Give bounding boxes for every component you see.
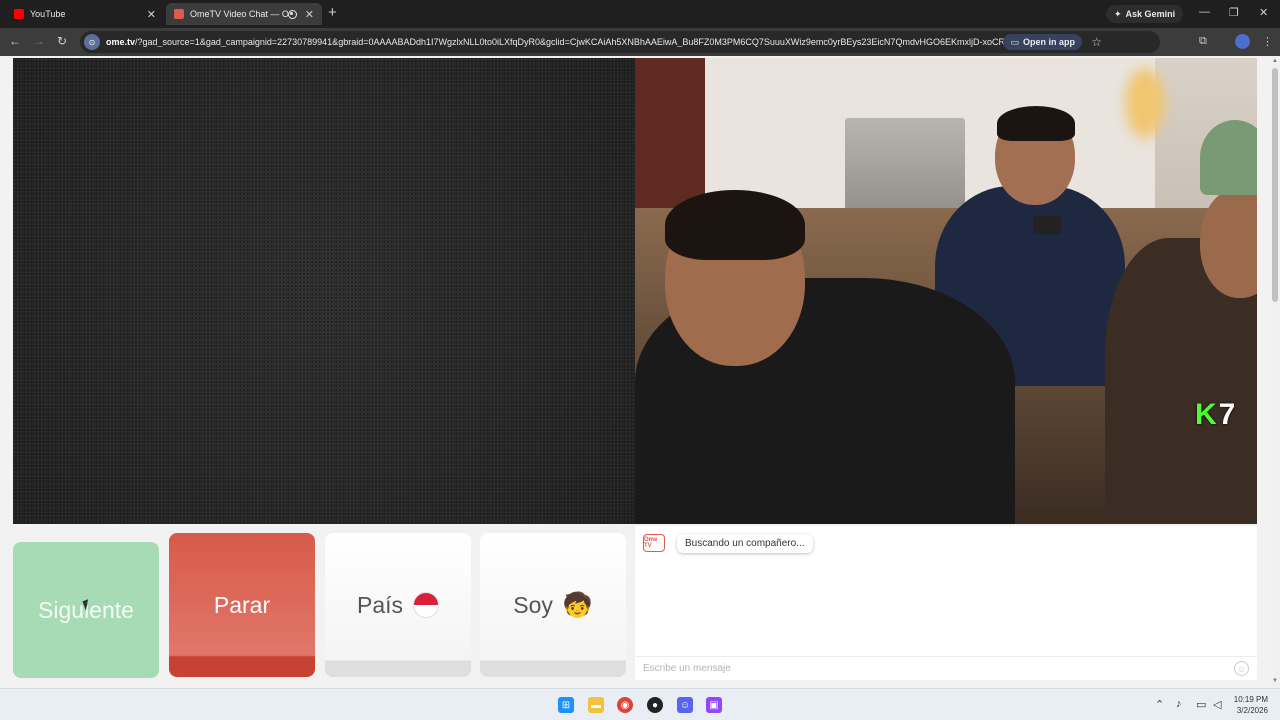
tab-youtube[interactable]: YouTube ✕ bbox=[6, 3, 164, 25]
browser-toolbar: ← → ↻ ⊙ ome.tv/?gad_source=1&gad_campaig… bbox=[0, 28, 1280, 56]
back-icon[interactable]: ← bbox=[9, 34, 21, 48]
youtube-icon bbox=[14, 9, 24, 19]
emoji-icon[interactable]: ☺ bbox=[1234, 661, 1249, 676]
new-tab-icon[interactable]: + bbox=[328, 4, 337, 21]
tray-chevron-icon[interactable]: ⌃ bbox=[1155, 698, 1164, 711]
microphone-icon[interactable]: ♪ bbox=[1176, 698, 1182, 710]
flag-icon bbox=[413, 592, 440, 618]
gender-label: Soy bbox=[513, 591, 553, 618]
bookmark-star-icon[interactable]: ☆ bbox=[1091, 35, 1102, 49]
boy-icon: 🧒 bbox=[562, 591, 593, 619]
stop-button[interactable]: Parar bbox=[169, 533, 315, 677]
twitch-icon[interactable]: ▣ bbox=[706, 697, 722, 713]
app-icon: ▭ bbox=[1010, 36, 1019, 47]
profile-avatar[interactable] bbox=[1235, 34, 1250, 49]
ask-gemini-label: Ask Gemini bbox=[1125, 9, 1176, 19]
obs-icon[interactable]: ● bbox=[647, 697, 663, 713]
status-message: Buscando un compañero... bbox=[677, 534, 813, 553]
country-label: País bbox=[356, 591, 404, 618]
message-placeholder: Escribe un mensaje bbox=[643, 663, 731, 674]
clock-date: 3/2/2026 bbox=[1236, 706, 1268, 715]
recording-icon bbox=[287, 9, 297, 19]
restore-icon[interactable]: ❐ bbox=[1229, 6, 1239, 19]
video-static bbox=[13, 58, 635, 524]
sidepanel-icon[interactable]: ⧉ bbox=[1199, 35, 1207, 48]
reload-icon[interactable]: ↻ bbox=[57, 34, 67, 48]
message-input[interactable]: Escribe un mensaje ☺ bbox=[635, 656, 1257, 680]
scroll-up-icon[interactable]: ▲ bbox=[1272, 58, 1278, 64]
scrollbar[interactable]: ▲ ▼ bbox=[1270, 56, 1280, 688]
chat-panel: Ome TV Buscando un compañero... Escribe … bbox=[635, 526, 1257, 680]
discord-icon[interactable]: ☺ bbox=[677, 697, 693, 713]
volume-icon[interactable]: ◁ bbox=[1213, 698, 1221, 711]
open-in-app-label: Open in app bbox=[1022, 37, 1075, 47]
gender-button[interactable]: Soy 🧒 bbox=[480, 533, 626, 677]
taskbar: ⊞ ▬ ◉ ● ☺ ▣ ⌃ ♪ ▭ ◁ 10:19 PM 3/2/2026 bbox=[0, 688, 1280, 720]
close-tab-icon[interactable]: ✕ bbox=[305, 8, 314, 21]
chrome-icon[interactable]: ◉ bbox=[617, 697, 633, 713]
partner-video: K7 bbox=[635, 58, 1257, 524]
phone bbox=[1033, 216, 1061, 234]
url-text[interactable]: ome.tv/?gad_source=1&gad_campaignid=2273… bbox=[106, 37, 1061, 47]
gemini-icon: ✦ bbox=[1114, 8, 1122, 19]
ask-gemini-button[interactable]: ✦ Ask Gemini bbox=[1106, 5, 1184, 23]
site-info-icon[interactable]: ⊙ bbox=[84, 34, 100, 50]
ometv-icon bbox=[174, 9, 184, 19]
local-video bbox=[13, 58, 635, 524]
tab-title: OmeTV Video Chat — Ome bbox=[190, 9, 288, 19]
forward-icon[interactable]: → bbox=[33, 34, 45, 48]
minimize-icon[interactable]: — bbox=[1199, 6, 1210, 18]
tab-ometv[interactable]: OmeTV Video Chat — Ome ✕ bbox=[166, 3, 322, 25]
ometv-logo: Ome TV bbox=[643, 534, 665, 552]
tab-strip: YouTube ✕ OmeTV Video Chat — Ome ✕ + ✦ A… bbox=[0, 0, 1280, 28]
k7-overlay-logo: K7 bbox=[1195, 398, 1238, 431]
windows-start-icon[interactable]: ⊞ bbox=[558, 697, 574, 713]
scroll-down-icon[interactable]: ▼ bbox=[1272, 678, 1278, 684]
display-icon[interactable]: ▭ bbox=[1196, 698, 1206, 711]
system-clock[interactable]: 10:19 PM 3/2/2026 bbox=[1226, 694, 1268, 716]
scroll-thumb[interactable] bbox=[1272, 68, 1278, 302]
tab-title: YouTube bbox=[30, 9, 66, 19]
address-bar[interactable]: ⊙ ome.tv/?gad_source=1&gad_campaignid=22… bbox=[80, 31, 1160, 53]
close-window-icon[interactable]: ✕ bbox=[1259, 6, 1268, 19]
open-in-app-button[interactable]: ▭ Open in app bbox=[1003, 34, 1082, 50]
menu-icon[interactable]: ⋮ bbox=[1262, 35, 1273, 48]
ometv-page: K7 Siguiente Parar País Soy 🧒 Ome TV Bus… bbox=[0, 56, 1280, 688]
file-explorer-icon[interactable]: ▬ bbox=[588, 697, 604, 713]
stop-label: Parar bbox=[213, 591, 271, 618]
country-button[interactable]: País bbox=[325, 533, 471, 677]
close-tab-icon[interactable]: ✕ bbox=[147, 8, 156, 21]
clock-time: 10:19 PM bbox=[1233, 695, 1268, 704]
